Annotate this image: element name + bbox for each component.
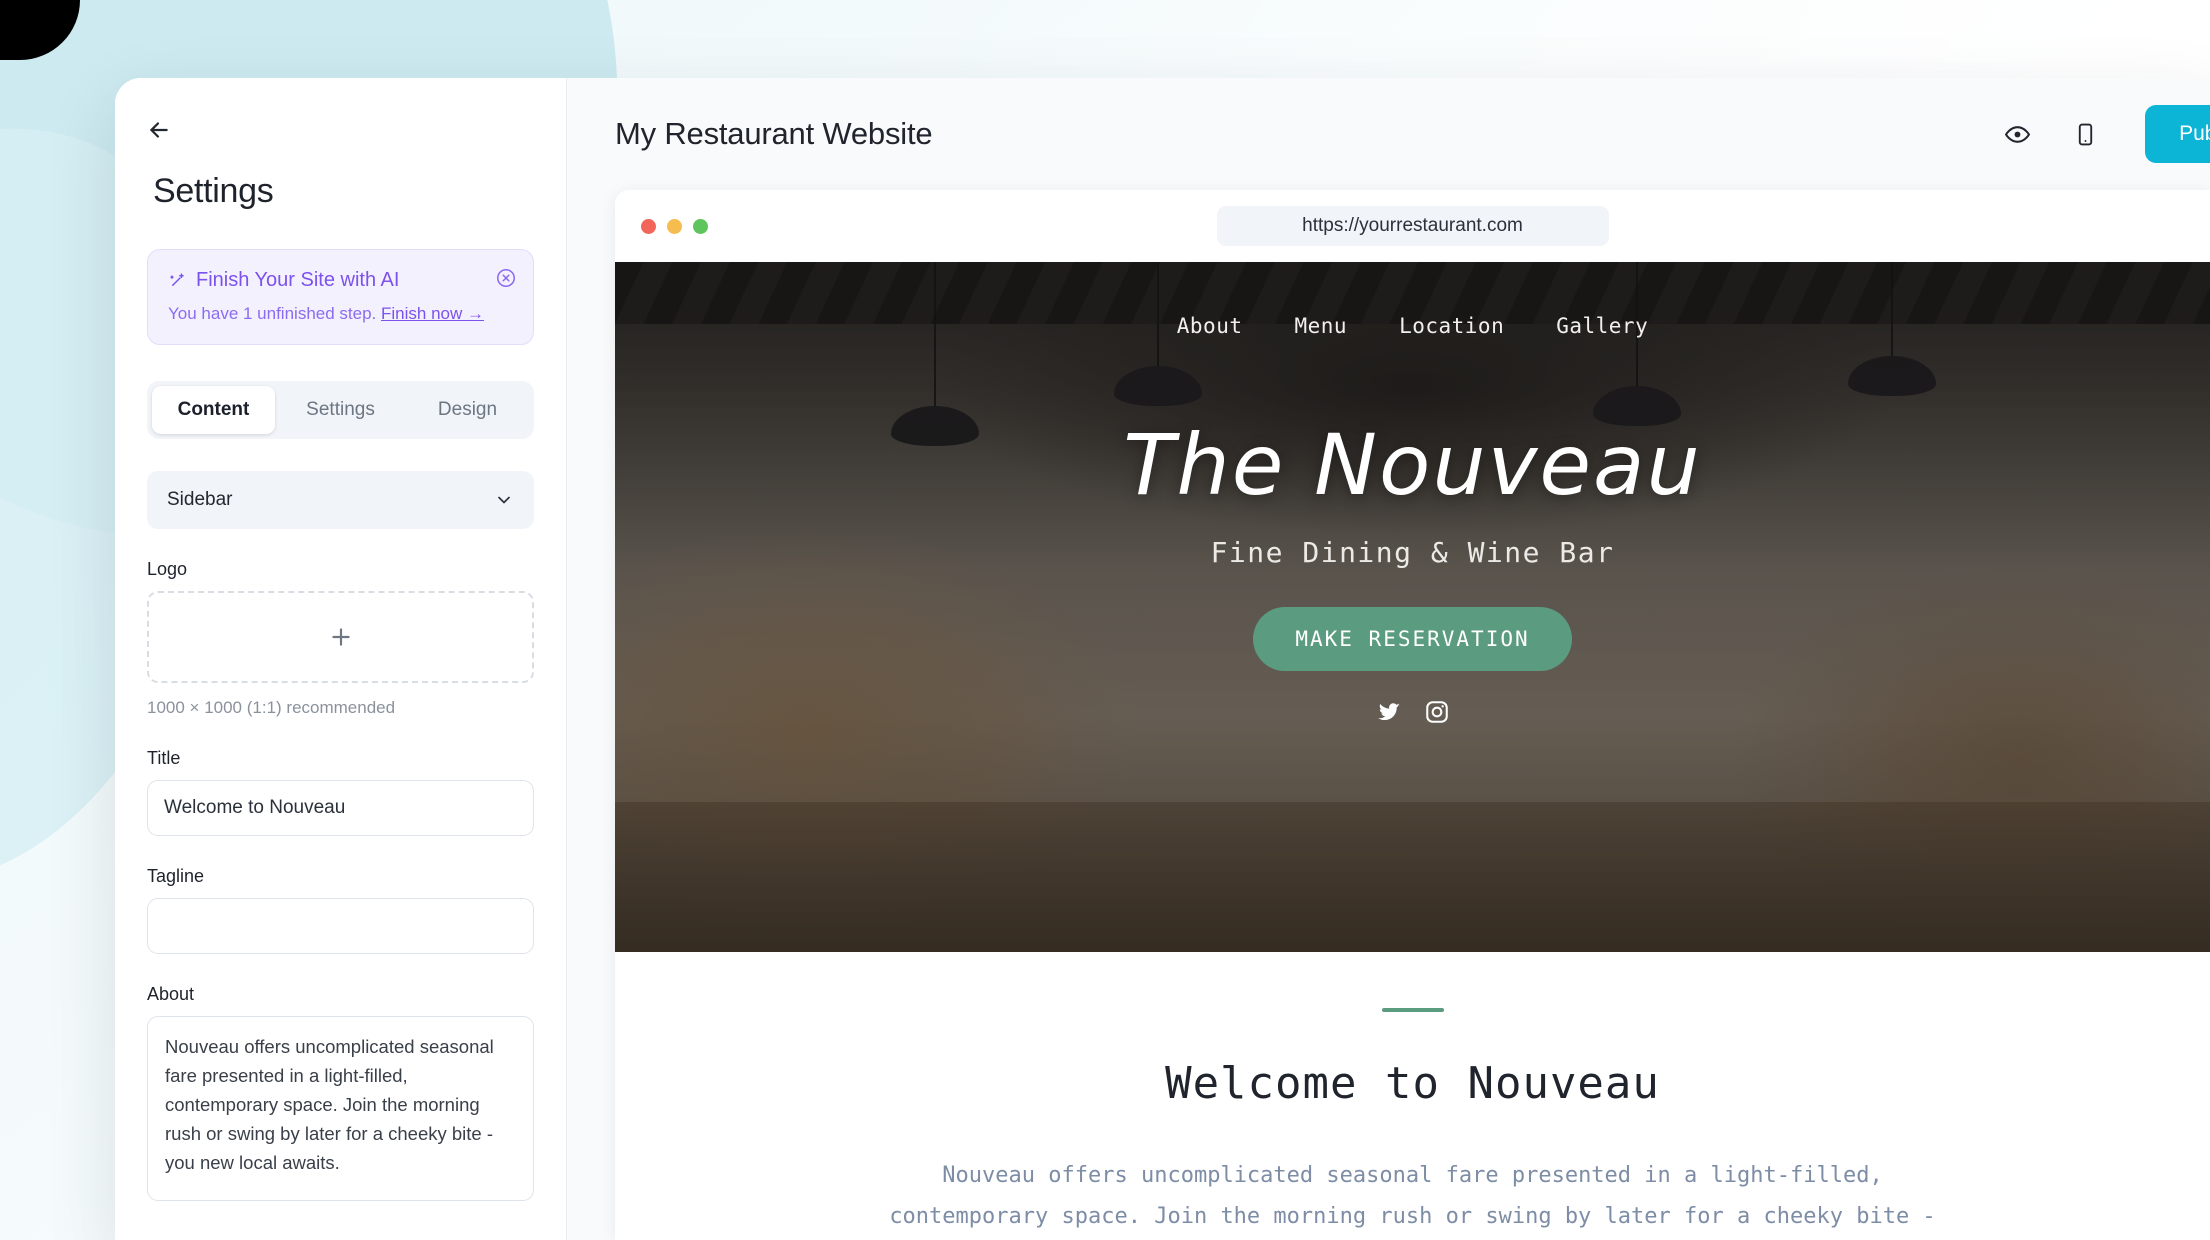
mobile-preview-button[interactable]	[2065, 114, 2105, 154]
site-about-section: Welcome to Nouveau Nouveau offers uncomp…	[615, 952, 2210, 1240]
about-textarea[interactable]: Nouveau offers uncomplicated seasonal fa…	[147, 1016, 534, 1201]
url-bar[interactable]: https://yourrestaurant.com	[1216, 206, 1609, 246]
section-divider-rule	[1381, 1008, 1444, 1012]
eye-icon	[2004, 125, 2030, 143]
hero-subtitle: Fine Dining & Wine Bar	[1210, 536, 1615, 569]
twitter-icon	[1377, 703, 1400, 721]
editor-tabs: Content Settings Design	[147, 381, 534, 439]
ai-banner-title: Finish Your Site with AI	[196, 269, 400, 291]
close-circle-icon	[496, 268, 516, 288]
title-field-label: Title	[147, 748, 181, 768]
nav-item-about[interactable]: About	[1177, 314, 1243, 338]
preview-eye-button[interactable]	[1997, 114, 2037, 154]
nav-item-location[interactable]: Location	[1399, 314, 1504, 338]
ai-banner-close-button[interactable]	[495, 267, 517, 289]
ai-banner-finish-link[interactable]: Finish now →	[381, 304, 484, 323]
site-name-heading: My Restaurant Website	[615, 116, 933, 151]
toolbar-actions: Publish	[1997, 105, 2210, 163]
tagline-input[interactable]	[147, 898, 534, 954]
browser-chrome: https://yourrestaurant.com	[615, 190, 2210, 262]
preview-panel: My Restaurant Website Publish	[567, 78, 2210, 1240]
app-window: Settings Finish Your Site with AI You ha…	[115, 78, 2210, 1240]
instagram-link[interactable]	[1424, 699, 1450, 730]
about-field-label: About	[147, 984, 195, 1004]
ai-banner-message-row: You have 1 unfinished step. Finish now →	[168, 304, 513, 324]
chevron-down-icon	[498, 496, 510, 504]
twitter-link[interactable]	[1376, 699, 1402, 730]
browser-frame: https://yourrestaurant.com About Menu Lo…	[615, 190, 2210, 1240]
publish-button[interactable]: Publish	[2145, 105, 2210, 163]
logo-size-hint: 1000 × 1000 (1:1) recommended	[147, 698, 396, 717]
editor-sidebar: Settings Finish Your Site with AI You ha…	[115, 78, 567, 1240]
site-navigation: About Menu Location Gallery	[1177, 314, 1648, 338]
title-input[interactable]: Welcome to Nouveau	[147, 780, 534, 836]
logo-field-label: Logo	[147, 559, 188, 579]
make-reservation-button[interactable]: MAKE RESERVATION	[1253, 607, 1572, 671]
traffic-light-minimize[interactable]	[667, 218, 682, 234]
ai-banner-title-row: Finish Your Site with AI	[168, 269, 513, 292]
plus-icon	[331, 628, 350, 646]
site-preview-viewport: About Menu Location Gallery The Nouveau …	[615, 262, 2210, 1240]
back-button[interactable]	[137, 108, 181, 152]
traffic-lights	[641, 218, 708, 234]
hero-title: The Nouveau	[1123, 416, 1702, 514]
about-heading: Welcome to Nouveau	[1165, 1058, 1660, 1109]
tab-design[interactable]: Design	[406, 386, 529, 434]
page-title: Settings	[153, 172, 274, 210]
instagram-icon	[1425, 701, 1448, 723]
social-links	[1376, 699, 1450, 730]
logo-upload-dropzone[interactable]	[147, 591, 534, 683]
about-paragraph: Nouveau offers uncomplicated seasonal fa…	[889, 1163, 1936, 1229]
ai-banner-message: You have 1 unfinished step.	[168, 304, 377, 323]
browser-frame-wrapper: https://yourrestaurant.com About Menu Lo…	[567, 190, 2210, 1240]
traffic-light-maximize[interactable]	[693, 218, 708, 234]
mobile-device-icon	[2078, 123, 2092, 145]
hero-content: About Menu Location Gallery The Nouveau …	[615, 262, 2210, 952]
section-select-value: Sidebar	[167, 489, 233, 510]
nav-item-gallery[interactable]: Gallery	[1556, 314, 1648, 338]
ai-assist-banner: Finish Your Site with AI You have 1 unfi…	[147, 249, 534, 345]
tagline-field-label: Tagline	[147, 866, 205, 886]
sparkle-wand-icon	[170, 273, 184, 287]
arrow-left-icon	[150, 122, 168, 138]
section-select[interactable]: Sidebar	[147, 471, 534, 529]
nav-item-menu[interactable]: Menu	[1294, 314, 1347, 338]
traffic-light-close[interactable]	[641, 218, 656, 234]
tab-settings[interactable]: Settings	[279, 386, 402, 434]
site-hero-section: About Menu Location Gallery The Nouveau …	[615, 262, 2210, 952]
tab-content[interactable]: Content	[152, 386, 275, 434]
preview-toolbar: My Restaurant Website Publish	[567, 78, 2210, 190]
